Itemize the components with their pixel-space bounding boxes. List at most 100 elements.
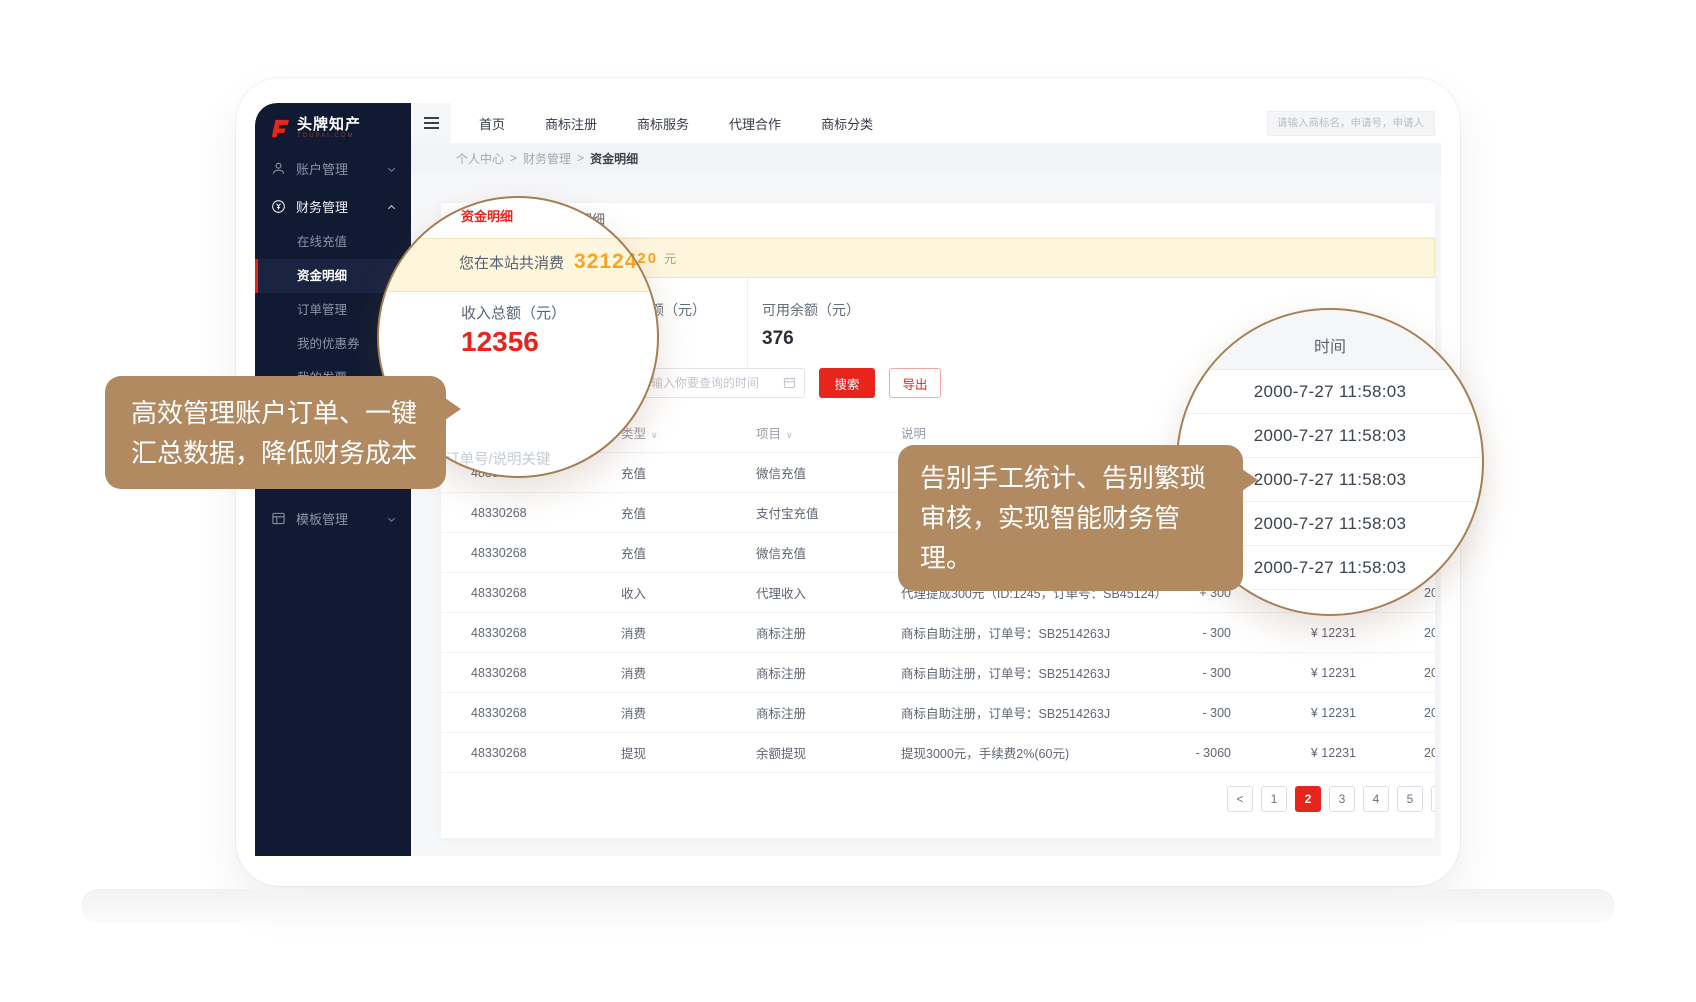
menu-item-trademark-register[interactable]: 商标注册 <box>545 114 597 133</box>
callout-left-text: 高效管理账户订单、一键汇总数据，降低财务成本 <box>131 398 417 468</box>
cell-order: 48330268 <box>441 626 591 640</box>
page-button-2-active[interactable]: 2 <box>1295 786 1321 812</box>
sidebar-item-label: 模板管理 <box>296 509 386 528</box>
page-button-3[interactable]: 3 <box>1329 786 1355 812</box>
magnified-banner-text: 您在本站共消费 32124 <box>459 250 637 274</box>
cell-type: 消费 <box>591 623 726 642</box>
prev-page-button[interactable]: < <box>1227 786 1253 812</box>
magnified-input-placeholder: 订单号/说明关键 <box>445 448 551 469</box>
col-label: 项目 <box>756 427 781 441</box>
cell-amount: - 3060 <box>1171 746 1271 760</box>
cell-project: 支付宝充值 <box>726 503 871 522</box>
sidebar-item-label: 资金明细 <box>297 269 347 283</box>
top-menu: 首页 商标注册 商标服务 代理合作 商标分类 <box>479 114 873 133</box>
magnified-time-cell: 2000-7-27 11:58:03 <box>1178 370 1482 414</box>
menu-item-home[interactable]: 首页 <box>479 114 505 133</box>
sidebar-item-label: 账户管理 <box>296 159 386 178</box>
chevron-down-icon <box>386 513 397 524</box>
table-row: 48330268消费商标注册商标自助注册，订单号：SB2514263J- 300… <box>441 613 1435 653</box>
breadcrumb-current: 资金明细 <box>590 150 638 167</box>
cell-type: 收入 <box>591 583 726 602</box>
cell-desc: 商标自助注册，订单号：SB2514263J <box>871 623 1171 642</box>
cell-amount: - 300 <box>1171 666 1271 680</box>
logo-subtext: TOUPAI.COM <box>297 132 361 140</box>
sidebar-item-finance[interactable]: 财务管理 <box>255 187 411 225</box>
cell-project: 代理收入 <box>726 583 871 602</box>
menu-item-trademark-service[interactable]: 商标服务 <box>637 114 689 133</box>
callout-right: 告别手工统计、告别繁琐审核，实现智能财务管理。 <box>898 445 1243 591</box>
cell-balance: ¥ 12231 <box>1271 706 1416 720</box>
topbar: 首页 商标注册 商标服务 代理合作 商标分类 <box>411 103 1441 143</box>
callout-arrow-icon <box>445 398 461 420</box>
magnified-stat-value: 12356 <box>461 326 539 358</box>
menu-item-agent-coop[interactable]: 代理合作 <box>729 114 781 133</box>
cell-project: 余额提现 <box>726 743 871 762</box>
menu-item-trademark-class[interactable]: 商标分类 <box>821 114 873 133</box>
logo: 头牌知产 TOUPAI.COM <box>255 103 411 149</box>
page-button-5[interactable]: 5 <box>1397 786 1423 812</box>
sidebar-item-account[interactable]: 账户管理 <box>255 149 411 187</box>
cell-time: 2000-7-27 11:58:03 <box>1416 706 1435 720</box>
active-indicator <box>255 259 258 293</box>
cell-project: 微信充值 <box>726 463 871 482</box>
page-button-1[interactable]: 1 <box>1261 786 1287 812</box>
breadcrumb-separator: > <box>510 151 517 165</box>
cell-order: 48330268 <box>441 506 591 520</box>
cell-project: 微信充值 <box>726 543 871 562</box>
cell-order: 48330268 <box>441 746 591 760</box>
next-page-button[interactable]: > <box>1431 786 1435 812</box>
laptop-base <box>81 889 1615 923</box>
finance-icon <box>271 199 286 214</box>
logo-flag-icon <box>269 118 291 138</box>
banner-unit: 元 <box>664 250 676 267</box>
calendar-icon[interactable] <box>783 376 796 394</box>
cell-project: 商标注册 <box>726 663 871 682</box>
cell-project: 商标注册 <box>726 623 871 642</box>
date-filter <box>640 368 805 398</box>
magnified-tab-label: 资金明细 <box>461 206 513 225</box>
magnified-banner-amount: 32124 <box>574 250 637 274</box>
cell-desc: 商标自助注册，订单号：SB2514263J <box>871 663 1171 682</box>
cell-time: 2000-7-27 11:58:03 <box>1416 666 1435 680</box>
user-icon <box>271 161 286 176</box>
cell-balance: ¥ 12231 <box>1271 626 1416 640</box>
page: 头牌知产 TOUPAI.COM 账户管理 财务管理 <box>0 0 1696 1002</box>
sort-caret-icon[interactable]: ∨ <box>786 430 793 440</box>
breadcrumb-item[interactable]: 个人中心 <box>456 150 504 167</box>
export-button[interactable]: 导出 <box>889 368 941 398</box>
cell-amount: - 300 <box>1171 626 1271 640</box>
cell-order: 48330268 <box>441 706 591 720</box>
callout-right-text: 告别手工统计、告别繁琐审核，实现智能财务管理。 <box>920 463 1206 573</box>
callout-left: 高效管理账户订单、一键汇总数据，降低财务成本 <box>105 376 446 489</box>
chevron-up-icon <box>386 201 397 212</box>
callout-arrow-icon <box>1242 469 1258 491</box>
hamburger-menu-icon[interactable] <box>411 103 451 143</box>
table-row: 48330268消费商标注册商标自助注册，订单号：SB2514263J- 300… <box>441 693 1435 733</box>
cell-desc: 商标自助注册，订单号：SB2514263J <box>871 703 1171 722</box>
logo-name: 头牌知产 <box>297 117 361 132</box>
cell-order: 48330268 <box>441 546 591 560</box>
magnified-time-header: 时间 <box>1178 310 1482 370</box>
page-button-4[interactable]: 4 <box>1363 786 1389 812</box>
cell-type: 充值 <box>591 503 726 522</box>
cell-order: 48330268 <box>441 666 591 680</box>
cell-time: 2000-7-27 11:58:03 <box>1416 626 1435 640</box>
col-desc: 说明 <box>871 423 1171 442</box>
search-button[interactable]: 搜索 <box>819 368 875 398</box>
sidebar-item-template[interactable]: 模板管理 <box>255 499 411 537</box>
magnified-stat-label: 收入总额（元） <box>461 302 566 323</box>
cell-time: 2000-7-27 11:58:03 <box>1416 746 1435 760</box>
cell-type: 充值 <box>591 463 726 482</box>
col-project[interactable]: 项目 ∨ <box>726 423 871 442</box>
cell-type: 提现 <box>591 743 726 762</box>
table-row: 48330268消费商标注册商标自助注册，订单号：SB2514263J- 300… <box>441 653 1435 693</box>
table-row: 48330268提现余额提现提现3000元，手续费2%(60元)- 3060¥ … <box>441 733 1435 773</box>
template-icon <box>271 511 286 526</box>
chevron-down-icon <box>386 163 397 174</box>
breadcrumb: 个人中心 > 财务管理 > 资金明细 <box>411 143 1441 173</box>
pagination: < 1 2 3 4 5 > <box>1227 786 1435 812</box>
sort-caret-icon[interactable]: ∨ <box>651 430 658 440</box>
date-filter-input[interactable] <box>640 368 805 398</box>
breadcrumb-item[interactable]: 财务管理 <box>523 150 571 167</box>
trademark-search-input[interactable] <box>1267 111 1435 136</box>
